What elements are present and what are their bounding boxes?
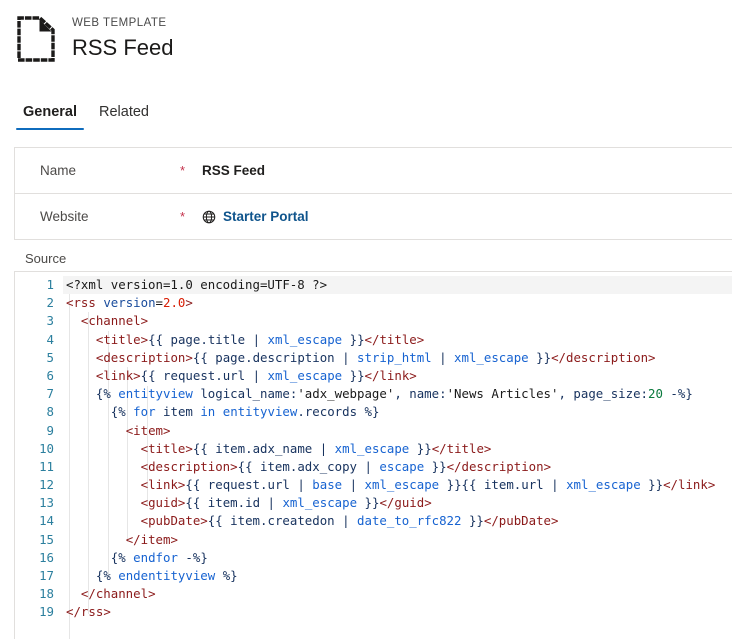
website-required-indicator: * bbox=[180, 209, 186, 224]
code-line-text[interactable]: <description>{{ item.adx_copy | escape }… bbox=[63, 458, 732, 476]
code-line-text[interactable]: {% endfor -%} bbox=[63, 549, 732, 567]
line-number: 9 bbox=[46, 422, 54, 438]
code-line-text[interactable]: <link>{{ request.url | base | xml_escape… bbox=[63, 476, 732, 494]
general-form-card: Name * RSS Feed Website * Starter Portal bbox=[14, 147, 732, 240]
page-title: RSS Feed bbox=[72, 34, 174, 60]
code-line[interactable]: 14 <pubDate>{{ item.createdon | date_to_… bbox=[15, 512, 732, 530]
line-number: 12 bbox=[39, 477, 54, 493]
line-number: 18 bbox=[39, 586, 54, 602]
line-number: 14 bbox=[39, 513, 54, 529]
tab-related[interactable]: Related bbox=[88, 102, 160, 130]
line-number: 19 bbox=[39, 604, 54, 620]
code-line[interactable]: 2 <rss version=2.0> bbox=[15, 294, 732, 312]
globe-icon bbox=[202, 210, 216, 224]
line-number: 13 bbox=[39, 495, 54, 511]
line-number: 8 bbox=[46, 404, 54, 420]
code-line[interactable]: 1 <?xml version=1.0 encoding=UTF-8 ?> bbox=[15, 276, 732, 295]
code-line-text[interactable]: <description>{{ page.description | strip… bbox=[63, 349, 732, 367]
code-line[interactable]: 15 </item> bbox=[15, 531, 732, 549]
code-line[interactable]: 10 <title>{{ item.adx_name | xml_escape … bbox=[15, 440, 732, 458]
code-line[interactable]: 7 {% entityview logical_name:'adx_webpag… bbox=[15, 385, 732, 403]
web-template-document-icon bbox=[14, 13, 58, 65]
code-line[interactable]: 13 <guid>{{ item.id | xml_escape }}</gui… bbox=[15, 494, 732, 512]
entity-type-label: WEB TEMPLATE bbox=[72, 16, 167, 29]
code-line-text[interactable]: <title>{{ page.title | xml_escape }}</ti… bbox=[63, 331, 732, 349]
code-line-text[interactable]: <rss version=2.0> bbox=[63, 294, 732, 312]
name-field-value[interactable]: RSS Feed bbox=[202, 163, 265, 178]
code-line-text[interactable]: <item> bbox=[63, 422, 732, 440]
code-line[interactable]: 18 </channel> bbox=[15, 585, 732, 603]
code-lines-container: 1 <?xml version=1.0 encoding=UTF-8 ?> 2 <rs… bbox=[15, 272, 732, 622]
code-line[interactable]: 4 <title>{{ page.title | xml_escape }}</… bbox=[15, 331, 732, 349]
code-line-text[interactable]: </channel> bbox=[63, 585, 732, 603]
line-number: 7 bbox=[46, 386, 54, 402]
record-header: WEB TEMPLATE RSS Feed bbox=[0, 0, 732, 64]
form-row-name: Name * RSS Feed bbox=[15, 148, 732, 194]
line-number: 16 bbox=[39, 549, 54, 565]
header-texts: WEB TEMPLATE RSS Feed bbox=[72, 16, 174, 63]
code-line-text[interactable]: {% entityview logical_name:'adx_webpage'… bbox=[63, 385, 732, 403]
code-line-text[interactable]: <channel> bbox=[63, 312, 732, 330]
code-line-text[interactable]: </rss> bbox=[63, 603, 732, 621]
code-line[interactable]: 8 {% for item in entityview.records %} bbox=[15, 403, 732, 421]
name-required-indicator: * bbox=[180, 163, 186, 178]
code-line[interactable]: 16 {% endfor -%} bbox=[15, 549, 732, 567]
line-number: 5 bbox=[46, 349, 54, 365]
form-row-website: Website * Starter Portal bbox=[15, 194, 732, 240]
line-number: 6 bbox=[46, 367, 54, 383]
source-code-editor[interactable]: 1 <?xml version=1.0 encoding=UTF-8 ?> 2 <rs… bbox=[14, 271, 732, 639]
code-line[interactable]: 5 <description>{{ page.description | str… bbox=[15, 349, 732, 367]
code-line[interactable]: 9 <item> bbox=[15, 422, 732, 440]
code-line[interactable]: 19 </rss> bbox=[15, 603, 732, 621]
code-line[interactable]: 11 <description>{{ item.adx_copy | escap… bbox=[15, 458, 732, 476]
source-section-label: Source bbox=[25, 251, 67, 266]
code-line-text[interactable]: <pubDate>{{ item.createdon | date_to_rfc… bbox=[63, 512, 732, 530]
code-line-text[interactable]: {% for item in entityview.records %} bbox=[63, 403, 732, 421]
website-lookup-label: Starter Portal bbox=[223, 209, 309, 224]
code-line-text[interactable]: {% endentityview %} bbox=[63, 567, 732, 585]
code-line-text[interactable]: </item> bbox=[63, 531, 732, 549]
tabstrip: General Related bbox=[0, 96, 732, 130]
line-number: 10 bbox=[39, 440, 54, 456]
code-line-text[interactable]: <link>{{ request.url | xml_escape }}</li… bbox=[63, 367, 732, 385]
website-field-label: Website bbox=[40, 209, 89, 224]
code-line[interactable]: 6 <link>{{ request.url | xml_escape }}</… bbox=[15, 367, 732, 385]
code-line-text[interactable]: <?xml version=1.0 encoding=UTF-8 ?> bbox=[63, 276, 732, 295]
line-number: 17 bbox=[39, 568, 54, 583]
line-number: 3 bbox=[46, 313, 54, 329]
line-number: 1 bbox=[46, 277, 54, 292]
code-line[interactable]: 12 <link>{{ request.url | base | xml_esc… bbox=[15, 476, 732, 494]
code-line-text[interactable]: <title>{{ item.adx_name | xml_escape }}<… bbox=[63, 440, 732, 458]
code-line[interactable]: 3 <channel> bbox=[15, 312, 732, 330]
name-field-label: Name bbox=[40, 163, 77, 178]
line-number: 2 bbox=[46, 295, 54, 311]
line-number: 4 bbox=[46, 331, 54, 347]
tab-general[interactable]: General bbox=[12, 102, 88, 130]
website-lookup-link[interactable]: Starter Portal bbox=[202, 209, 309, 224]
code-line[interactable]: 17 {% endentityview %} bbox=[15, 567, 732, 585]
code-line-text[interactable]: <guid>{{ item.id | xml_escape }}</guid> bbox=[63, 494, 732, 512]
line-number: 15 bbox=[39, 531, 54, 547]
line-number: 11 bbox=[39, 458, 54, 474]
